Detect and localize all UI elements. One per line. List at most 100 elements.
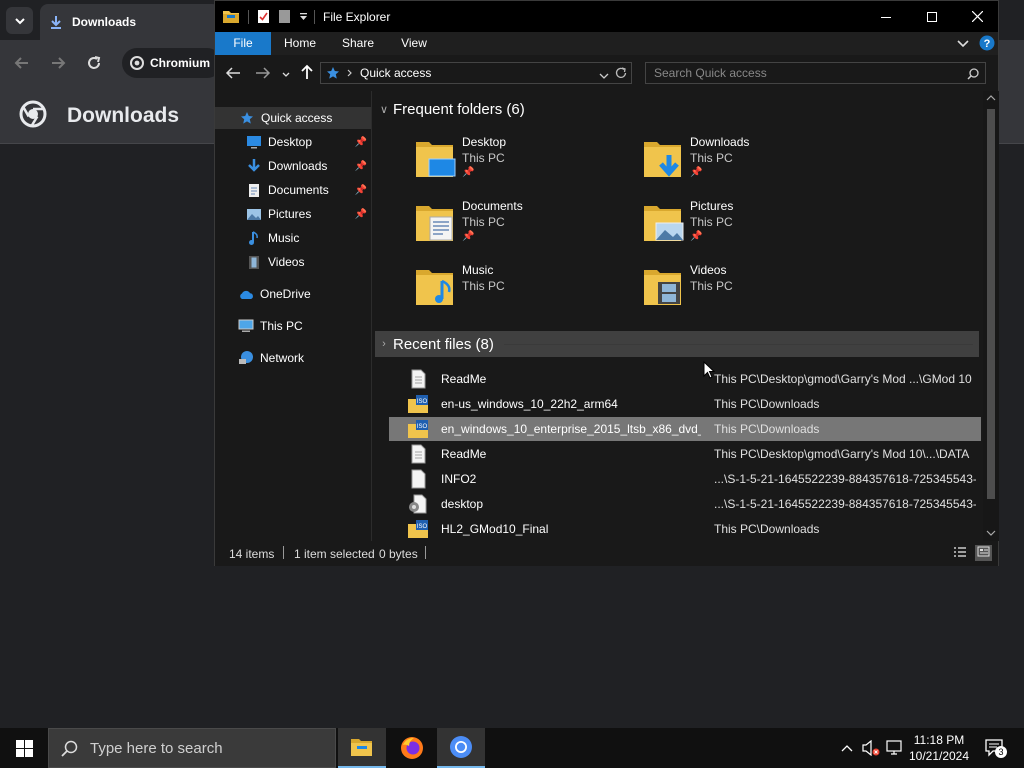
picture-icon — [246, 206, 262, 222]
section-title: Frequent folders (6) — [393, 100, 525, 118]
address-bar[interactable]: Quick access — [320, 62, 632, 84]
tiles-view-button[interactable] — [975, 545, 992, 561]
close-icon — [971, 11, 983, 22]
nav-this-pc[interactable]: This PC — [215, 315, 371, 337]
nav-desktop[interactable]: Desktop 📌 — [215, 131, 371, 153]
show-hidden-icons-button[interactable] — [837, 738, 857, 758]
speaker-muted-icon — [862, 740, 880, 756]
recent-locations-button[interactable] — [281, 67, 291, 85]
customize-toolbar-icon[interactable] — [299, 12, 308, 21]
chromium-icon — [450, 736, 472, 758]
nav-pictures[interactable]: Pictures 📌 — [215, 203, 371, 225]
taskbar-file-explorer[interactable] — [338, 728, 386, 768]
reload-button[interactable] — [84, 53, 104, 73]
desktop-icon — [246, 134, 262, 150]
scrollbar-thumb[interactable] — [987, 109, 995, 499]
details-view-button[interactable] — [953, 546, 967, 561]
chevron-down-icon — [599, 73, 609, 79]
section-title: Recent files (8) — [393, 335, 494, 353]
scroll-down-icon[interactable] — [986, 529, 996, 537]
back-button[interactable] — [12, 53, 32, 73]
frequent-folder-tile[interactable]: Downloads This PC 📌 — [643, 133, 863, 189]
frequent-folder-tile[interactable]: Desktop This PC 📌 — [415, 133, 635, 189]
search-input[interactable] — [646, 63, 946, 83]
new-folder-icon[interactable] — [278, 9, 291, 24]
search-box[interactable] — [645, 62, 986, 84]
download-icon — [51, 16, 61, 29]
properties-icon[interactable] — [257, 9, 270, 24]
nav-onedrive[interactable]: OneDrive — [215, 283, 371, 305]
refresh-button[interactable] — [614, 66, 628, 85]
clock-date: 10/21/2024 — [908, 749, 970, 763]
expand-ribbon-button[interactable] — [957, 37, 969, 55]
file-location: This PC\Desktop\gmod\Garry's Mod ...\GMo… — [714, 372, 972, 386]
tab-home[interactable]: Home — [277, 32, 323, 55]
start-button[interactable] — [0, 728, 48, 768]
tab-view[interactable]: View — [391, 32, 437, 55]
content-pane: ∨ Frequent folders (6) Desktop This PC 📌… — [373, 91, 983, 541]
frequent-folder-tile[interactable]: Pictures This PC 📌 — [643, 197, 863, 253]
nav-documents[interactable]: Documents 📌 — [215, 179, 371, 201]
chromium-logo — [19, 100, 47, 133]
folder-icon[interactable] — [222, 9, 240, 24]
tab-file[interactable]: File — [215, 32, 271, 55]
status-divider — [283, 546, 284, 559]
status-bar: 14 items 1 item selected 0 bytes — [215, 541, 998, 566]
recent-files-header[interactable]: › Recent files (8) — [375, 331, 979, 357]
window-title: File Explorer — [323, 10, 391, 24]
nav-downloads[interactable]: Downloads 📌 — [215, 155, 371, 177]
recent-file-row[interactable]: INFO2 ...\S-1-5-21-1645522239-884357618-… — [389, 467, 981, 491]
taskbar-chromium[interactable] — [437, 728, 485, 768]
frequent-folder-tile[interactable]: Documents This PC 📌 — [415, 197, 635, 253]
address-dropdown-button[interactable] — [599, 68, 609, 86]
frequent-folders-header[interactable]: ∨ Frequent folders (6) — [375, 96, 979, 122]
recent-file-row[interactable]: desktop ...\S-1-5-21-1645522239-88435761… — [389, 492, 981, 516]
recent-file-row[interactable]: ReadMe This PC\Desktop\gmod\Garry's Mod … — [389, 442, 981, 466]
taskbar-search-box[interactable]: Type here to search — [48, 728, 336, 768]
network-icon — [238, 350, 254, 366]
close-button[interactable] — [954, 1, 1000, 32]
action-center-button[interactable]: 3 — [983, 738, 1007, 758]
recent-file-row[interactable]: ReadMe This PC\Desktop\gmod\Garry's Mod … — [389, 367, 981, 391]
maximize-button[interactable] — [909, 1, 955, 32]
help-icon: ? — [979, 35, 995, 51]
back-button[interactable] — [225, 65, 241, 86]
scroll-up-icon[interactable] — [986, 94, 996, 102]
qat-separator — [248, 9, 249, 24]
folder-name: Videos — [690, 263, 727, 277]
taskbar-firefox[interactable] — [388, 728, 436, 768]
frequent-folder-tile[interactable]: Videos This PC — [643, 261, 863, 317]
volume-button[interactable] — [861, 738, 881, 758]
iso-file-icon: ISO — [408, 395, 428, 413]
tab-search-button[interactable] — [6, 7, 33, 34]
nav-music[interactable]: Music — [215, 227, 371, 249]
nav-quick-access[interactable]: Quick access — [215, 107, 371, 129]
nav-videos[interactable]: Videos — [215, 251, 371, 273]
chevron-right-icon: › — [382, 338, 386, 350]
recent-file-row-selected[interactable]: ISO en_windows_10_enterprise_2015_ltsb_x… — [389, 417, 981, 441]
tab-downloads[interactable]: Downloads — [40, 4, 220, 40]
computer-icon — [238, 318, 254, 334]
pin-icon: 📌 — [354, 184, 367, 196]
forward-button[interactable] — [255, 65, 271, 86]
help-button[interactable]: ? — [979, 35, 995, 56]
refresh-icon — [615, 67, 627, 78]
up-button[interactable] — [299, 64, 315, 85]
vertical-scrollbar[interactable] — [983, 91, 999, 541]
settings-file-icon — [409, 494, 427, 514]
pictures-folder-icon — [644, 206, 684, 241]
blank-file-icon — [411, 469, 426, 489]
nav-label: Documents — [268, 183, 329, 197]
minimize-button[interactable] — [863, 1, 909, 32]
recent-file-row[interactable]: ISO HL2_GMod10_Final This PC\Downloads — [389, 517, 981, 541]
taskbar-clock[interactable]: 11:18 PM 10/21/2024 — [900, 732, 978, 764]
recent-file-row[interactable]: ISO en-us_windows_10_22h2_arm64 This PC\… — [389, 392, 981, 416]
omnibox[interactable]: Chromium — [122, 48, 222, 78]
nav-network[interactable]: Network — [215, 347, 371, 369]
ribbon-tabs: File Home Share View ? — [215, 32, 998, 55]
forward-button[interactable] — [48, 53, 68, 73]
tab-share[interactable]: Share — [333, 32, 383, 55]
frequent-folder-tile[interactable]: Music This PC — [415, 261, 635, 317]
folder-name: Music — [462, 263, 494, 277]
file-name: desktop — [441, 497, 484, 511]
